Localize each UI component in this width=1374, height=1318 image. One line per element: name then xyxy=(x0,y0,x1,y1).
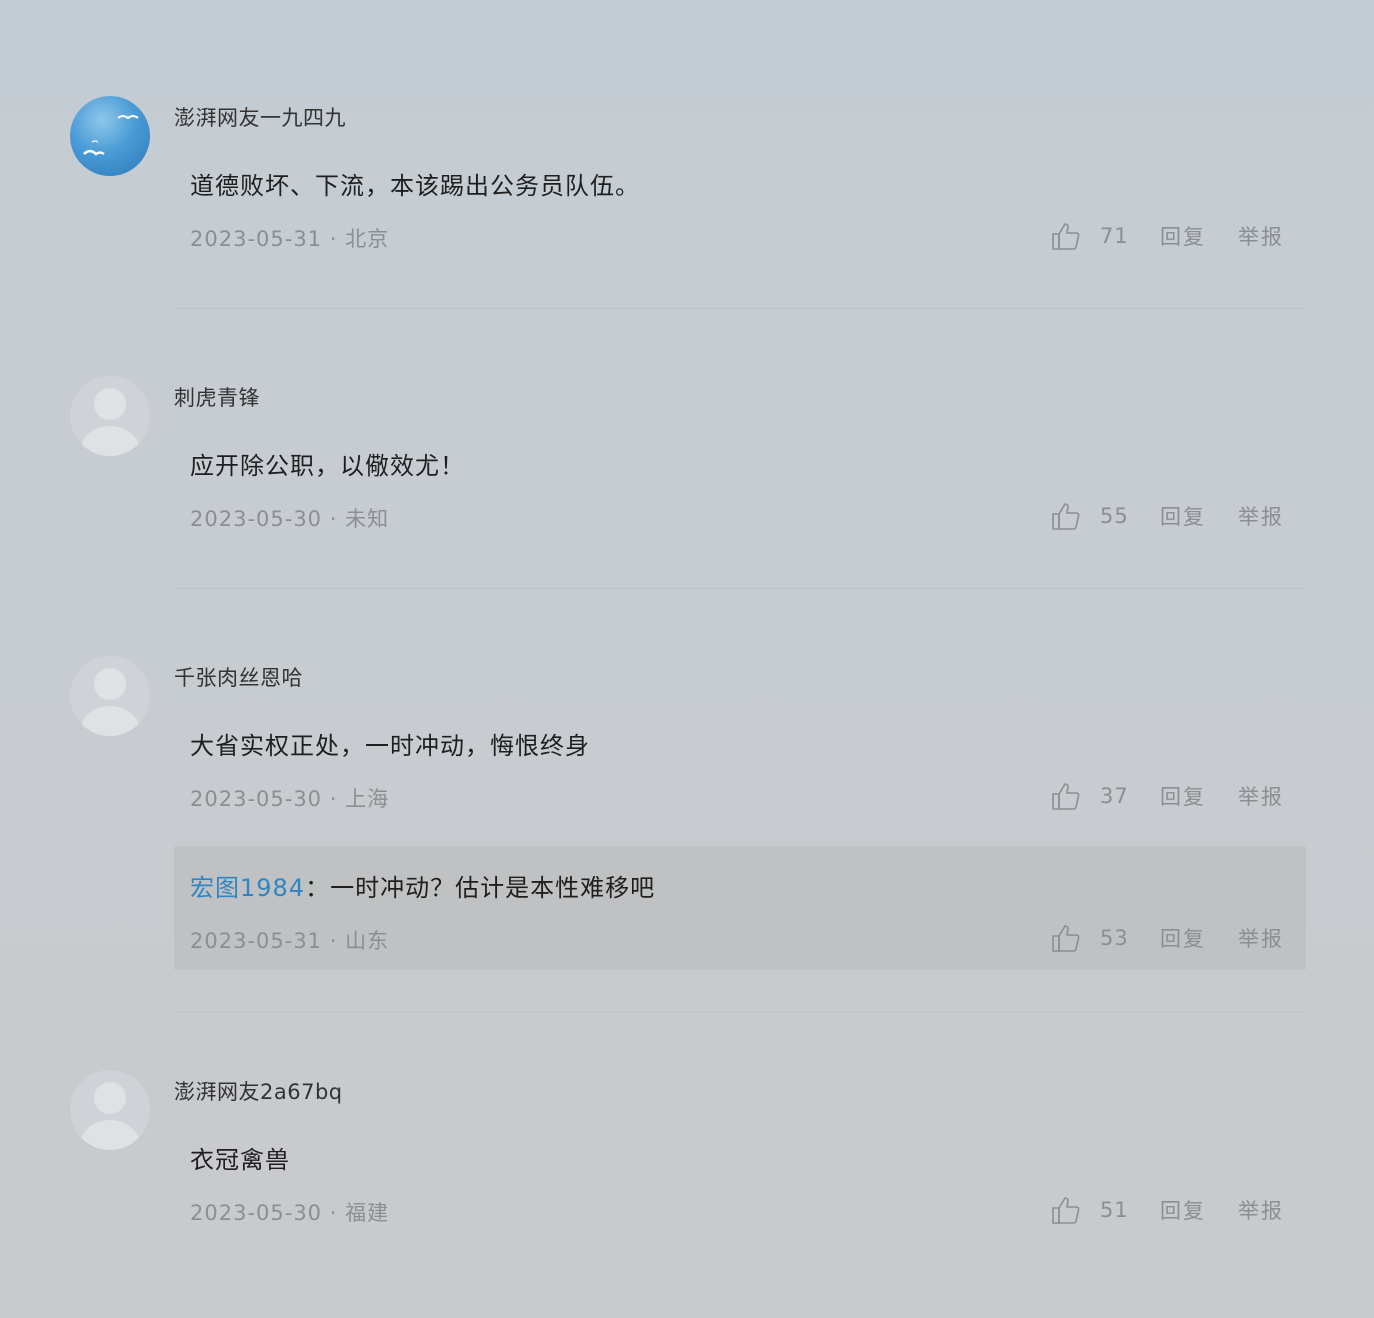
avatar[interactable] xyxy=(70,656,150,736)
thumbs-up-icon[interactable] xyxy=(1050,501,1082,531)
thumbs-up-icon[interactable] xyxy=(1050,1195,1082,1225)
reply-text: 宏图1984：一时冲动？估计是本性难移吧 xyxy=(190,868,655,903)
like-count: 53 xyxy=(1100,926,1129,950)
reply-actions: 53 回复 举报 xyxy=(1050,922,1284,954)
like-count: 51 xyxy=(1100,1198,1129,1222)
comment-text: 应开除公职，以儆效尤！ xyxy=(190,452,465,480)
report-button[interactable]: 举报 xyxy=(1238,781,1284,811)
comment-text: 衣冠禽兽 xyxy=(190,1146,290,1174)
avatar[interactable] xyxy=(70,376,150,456)
reply-button[interactable]: 回复 xyxy=(1160,501,1206,531)
divider xyxy=(172,588,1306,589)
divider xyxy=(172,308,1306,309)
comment-text: 大省实权正处，一时冲动，悔恨终身 xyxy=(190,732,590,760)
comment-meta: 2023-05-30 · 未知 xyxy=(190,507,390,531)
reply-meta: 2023-05-31 · 山东 xyxy=(190,929,390,953)
divider xyxy=(172,1012,1306,1013)
comment-meta: 2023-05-30 · 福建 xyxy=(190,1201,390,1225)
avatar[interactable] xyxy=(70,1070,150,1150)
thumbs-up-icon[interactable] xyxy=(1050,221,1082,251)
comment-actions: 37 回复 举报 xyxy=(1050,780,1284,812)
report-button[interactable]: 举报 xyxy=(1238,221,1284,251)
like-count: 71 xyxy=(1100,224,1129,248)
seagull-icon xyxy=(83,115,139,156)
comment-text: 道德败坏、下流，本该踢出公务员队伍。 xyxy=(190,172,640,200)
comment-actions: 71 回复 举报 xyxy=(1050,220,1284,252)
thumbs-up-icon[interactable] xyxy=(1050,923,1082,953)
reply-button[interactable]: 回复 xyxy=(1160,221,1206,251)
comment-meta: 2023-05-30 · 上海 xyxy=(190,787,390,811)
reply-separator: ： xyxy=(305,874,331,902)
username[interactable]: 刺虎青锋 xyxy=(174,382,260,412)
reply-author-link[interactable]: 宏图1984 xyxy=(190,874,305,902)
avatar[interactable] xyxy=(70,96,150,176)
reply-body: 一时冲动？估计是本性难移吧 xyxy=(330,874,656,902)
comment-actions: 51 回复 举报 xyxy=(1050,1194,1284,1226)
username[interactable]: 澎湃网友2a67bq xyxy=(174,1076,343,1106)
comment-actions: 55 回复 举报 xyxy=(1050,500,1284,532)
report-button[interactable]: 举报 xyxy=(1238,501,1284,531)
report-button[interactable]: 举报 xyxy=(1238,923,1284,953)
like-count: 55 xyxy=(1100,504,1129,528)
reply-button[interactable]: 回复 xyxy=(1160,923,1206,953)
comment-meta: 2023-05-31 · 北京 xyxy=(190,227,390,251)
report-button[interactable]: 举报 xyxy=(1238,1195,1284,1225)
thumbs-up-icon[interactable] xyxy=(1050,781,1082,811)
reply-button[interactable]: 回复 xyxy=(1160,781,1206,811)
reply-button[interactable]: 回复 xyxy=(1160,1195,1206,1225)
username[interactable]: 千张肉丝恩哈 xyxy=(174,662,303,692)
username[interactable]: 澎湃网友一九四九 xyxy=(174,102,346,132)
comment-list: 澎湃网友一九四九 道德败坏、下流，本该踢出公务员队伍。 2023-05-31 ·… xyxy=(0,0,1374,1318)
like-count: 37 xyxy=(1100,784,1129,808)
nested-reply: 宏图1984：一时冲动？估计是本性难移吧 2023-05-31 · 山东 53 … xyxy=(174,846,1306,970)
